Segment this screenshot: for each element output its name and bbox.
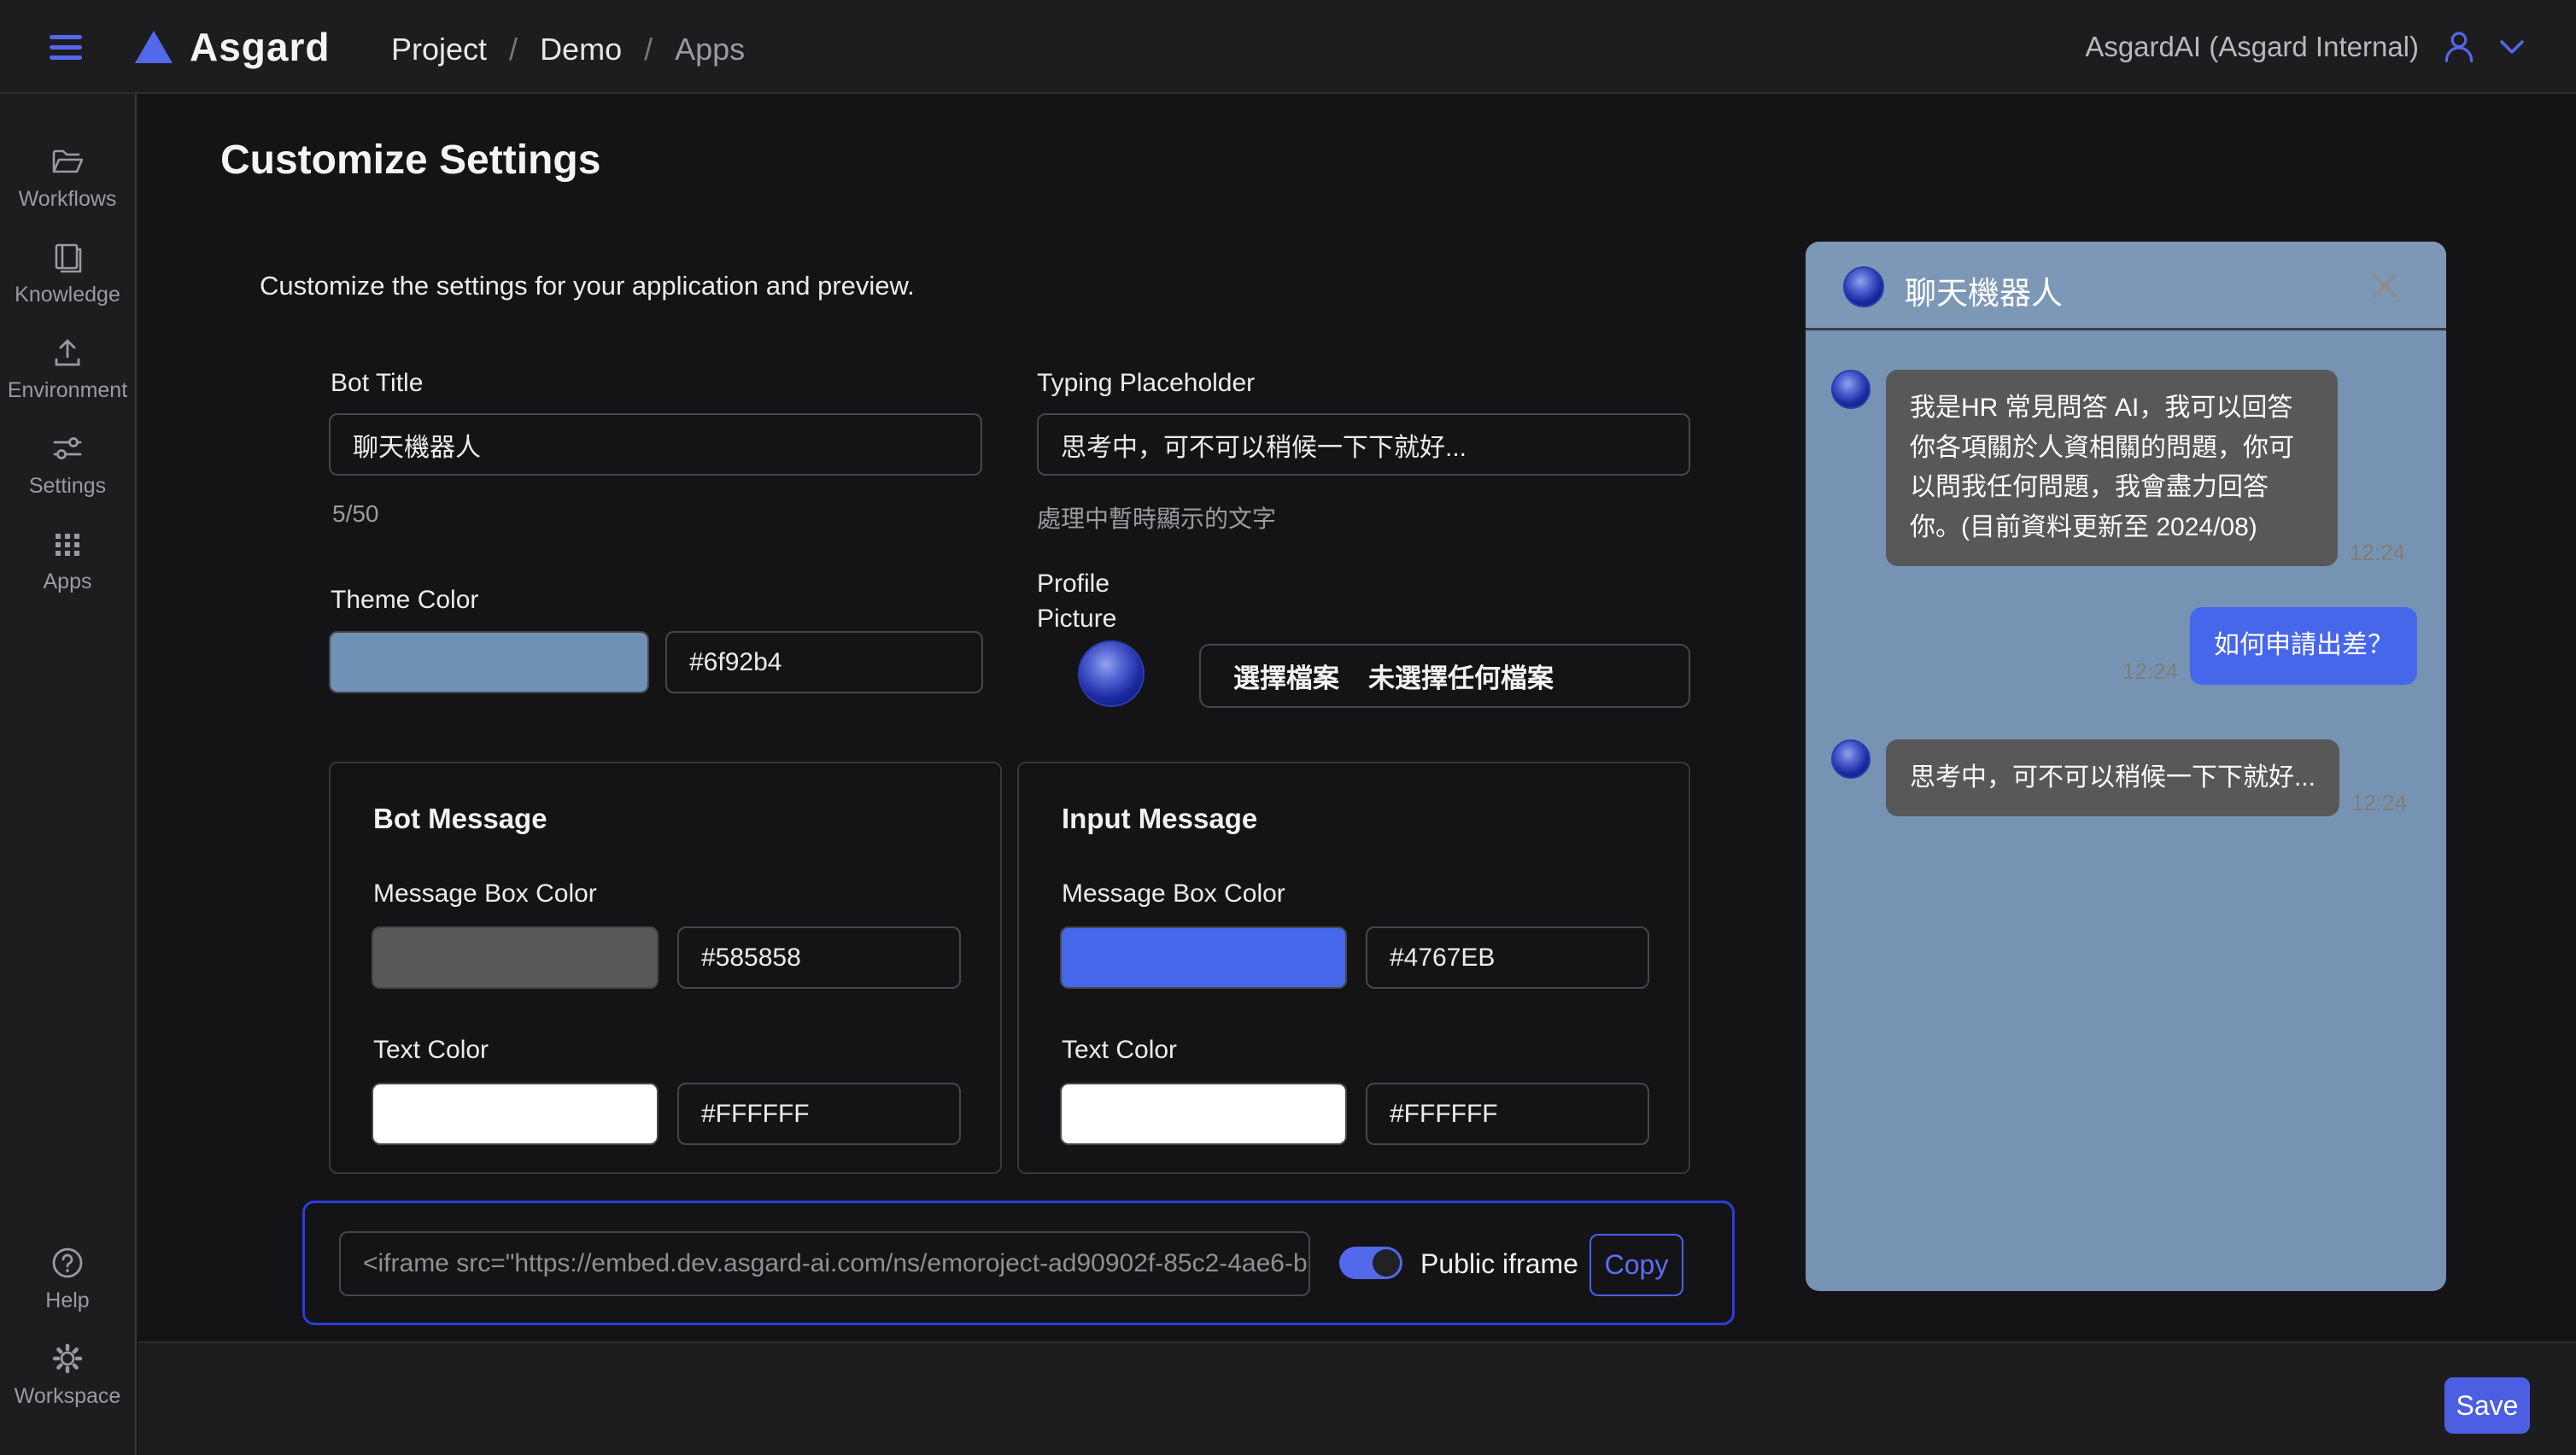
sidebar-item-label: Environment <box>8 378 127 403</box>
user-icon[interactable] <box>2441 29 2477 65</box>
sidebar-item-settings[interactable]: Settings <box>0 430 135 499</box>
breadcrumb-project[interactable]: Project <box>391 32 487 67</box>
bot-message-box-color-swatch[interactable] <box>372 926 659 989</box>
bot-title-input[interactable] <box>329 413 982 476</box>
sidebar-item-label: Help <box>45 1288 89 1313</box>
logo-triangle-icon <box>135 31 173 63</box>
sidebar-item-environment[interactable]: Environment <box>0 335 135 403</box>
sidebar-item-label: Settings <box>29 474 106 499</box>
input-message-box-color-hex-input[interactable] <box>1366 926 1649 989</box>
bot-message-card: Bot Message Message Box Color Text Color <box>329 762 1002 1174</box>
book-icon <box>50 239 85 275</box>
bot-avatar <box>1831 370 1871 409</box>
input-message-box-color-label: Message Box Color <box>1062 879 1285 909</box>
profile-picture-label: Profile Picture <box>1037 567 1148 636</box>
bot-message-title: Bot Message <box>373 803 547 835</box>
embed-section: <iframe src="https://embed.dev.asgard-ai… <box>302 1201 1735 1325</box>
breadcrumb: Project / Demo / Apps <box>391 32 745 67</box>
typing-placeholder-input[interactable] <box>1037 413 1690 476</box>
chat-title: 聊天機器人 <box>1905 267 2063 313</box>
account-menu[interactable]: AsgardAI (Asgard Internal) <box>2085 0 2525 94</box>
typing-placeholder-helper: 處理中暫時顯示的文字 <box>1037 500 1276 535</box>
input-message-box-color-swatch[interactable] <box>1060 926 1347 989</box>
profile-picture-avatar <box>1078 640 1145 707</box>
gear-icon <box>50 1341 85 1376</box>
sidebar-item-label: Knowledge <box>15 283 120 307</box>
sidebar-item-workflows[interactable]: Workflows <box>0 143 135 212</box>
grid-apps-icon <box>50 526 85 562</box>
topbar: Asgard Project / Demo / Apps AsgardAI (A… <box>0 0 2576 94</box>
chat-preview-panel: 聊天機器人 我是HR 常見問答 AI，我可以回答你各項關於人資相關的問題，你可以… <box>1806 242 2446 1291</box>
app-root: Asgard Project / Demo / Apps AsgardAI (A… <box>0 0 2576 1455</box>
sliders-icon <box>50 430 85 466</box>
bot-message-bubble: 思考中，可不可以稍候一下下就好... <box>1886 739 2339 817</box>
breadcrumb-apps[interactable]: Apps <box>675 32 745 67</box>
input-message-text-color-swatch[interactable] <box>1060 1083 1347 1145</box>
theme-color-label: Theme Color <box>331 586 478 615</box>
bot-message-bubble: 我是HR 常見問答 AI，我可以回答你各項關於人資相關的問題，你可以問我任何問題… <box>1886 370 2338 566</box>
page-title: Customize Settings <box>220 137 600 184</box>
input-message-text-color-hex-input[interactable] <box>1366 1083 1649 1145</box>
file-status: 未選擇任何檔案 <box>1368 657 1554 695</box>
chat-message-user: 12:24 如何申請出差？ <box>1831 607 2417 685</box>
sidebar-item-knowledge[interactable]: Knowledge <box>0 239 135 307</box>
chat-message-bot: 思考中，可不可以稍候一下下就好... 12:24 <box>1831 739 2417 817</box>
bot-avatar <box>1831 739 1871 779</box>
input-message-text-color-label: Text Color <box>1062 1036 1177 1065</box>
iframe-code-input[interactable]: <iframe src="https://embed.dev.asgard-ai… <box>339 1231 1310 1296</box>
public-iframe-toggle[interactable] <box>1339 1247 1402 1279</box>
bot-title-label: Bot Title <box>331 369 423 398</box>
choose-file-button[interactable]: 選擇檔案 <box>1233 657 1339 695</box>
profile-picture-file-input[interactable]: 選擇檔案 未選擇任何檔案 <box>1199 644 1690 708</box>
bot-message-text-color-swatch[interactable] <box>372 1083 659 1145</box>
sidebar-item-help[interactable]: Help <box>0 1245 135 1313</box>
breadcrumb-separator: / <box>509 32 518 67</box>
sidebar-item-label: Workspace <box>15 1384 121 1409</box>
breadcrumb-separator: / <box>644 32 653 67</box>
sidebar-item-apps[interactable]: Apps <box>0 526 135 594</box>
bot-message-box-color-hex-input[interactable] <box>677 926 961 989</box>
upload-icon <box>50 335 85 371</box>
bot-title-counter: 5/50 <box>332 500 379 528</box>
sidebar-item-label: Workflows <box>19 187 117 212</box>
user-message-bubble: 如何申請出差？ <box>2190 607 2417 685</box>
page-description: Customize the settings for your applicat… <box>260 271 915 301</box>
help-icon <box>50 1245 85 1281</box>
sidebar-item-label: Apps <box>44 570 92 594</box>
folder-icon <box>50 143 85 179</box>
menu-icon[interactable] <box>50 28 84 66</box>
chat-messages: 我是HR 常見問答 AI，我可以回答你各項關於人資相關的問題，你可以問我任何問題… <box>1806 330 2446 816</box>
bot-message-text-color-hex-input[interactable] <box>677 1083 961 1145</box>
close-icon[interactable] <box>2368 269 2402 303</box>
bot-message-box-color-label: Message Box Color <box>373 879 597 909</box>
account-label: AsgardAI (Asgard Internal) <box>2085 31 2419 63</box>
bottom-bar: Save <box>138 1341 2576 1455</box>
chevron-down-icon[interactable] <box>2499 39 2525 55</box>
bot-message-text-color-label: Text Color <box>373 1036 489 1065</box>
theme-color-swatch[interactable] <box>329 631 649 693</box>
sidebar-item-workspace[interactable]: Workspace <box>0 1341 135 1409</box>
save-button[interactable]: Save <box>2444 1377 2530 1434</box>
input-message-card: Input Message Message Box Color Text Col… <box>1017 762 1690 1174</box>
bot-avatar <box>1843 266 1884 307</box>
public-iframe-label: Public iframe <box>1420 1248 1578 1280</box>
chat-preview-header: 聊天機器人 <box>1806 242 2446 330</box>
toggle-knob <box>1373 1249 1400 1277</box>
logo-text: Asgard <box>190 24 330 70</box>
chat-message-bot: 我是HR 常見問答 AI，我可以回答你各項關於人資相關的問題，你可以問我任何問題… <box>1831 370 2417 566</box>
sidebar: Workflows Knowledge Environment <box>0 94 137 1455</box>
theme-color-hex-input[interactable] <box>665 631 983 693</box>
breadcrumb-demo[interactable]: Demo <box>540 32 622 67</box>
copy-button[interactable]: Copy <box>1590 1234 1683 1296</box>
message-timestamp: 12:24 <box>2122 658 2178 685</box>
message-timestamp: 12:24 <box>2350 540 2405 566</box>
message-timestamp: 12:24 <box>2351 790 2407 816</box>
typing-placeholder-label: Typing Placeholder <box>1037 369 1255 398</box>
input-message-title: Input Message <box>1062 803 1257 835</box>
